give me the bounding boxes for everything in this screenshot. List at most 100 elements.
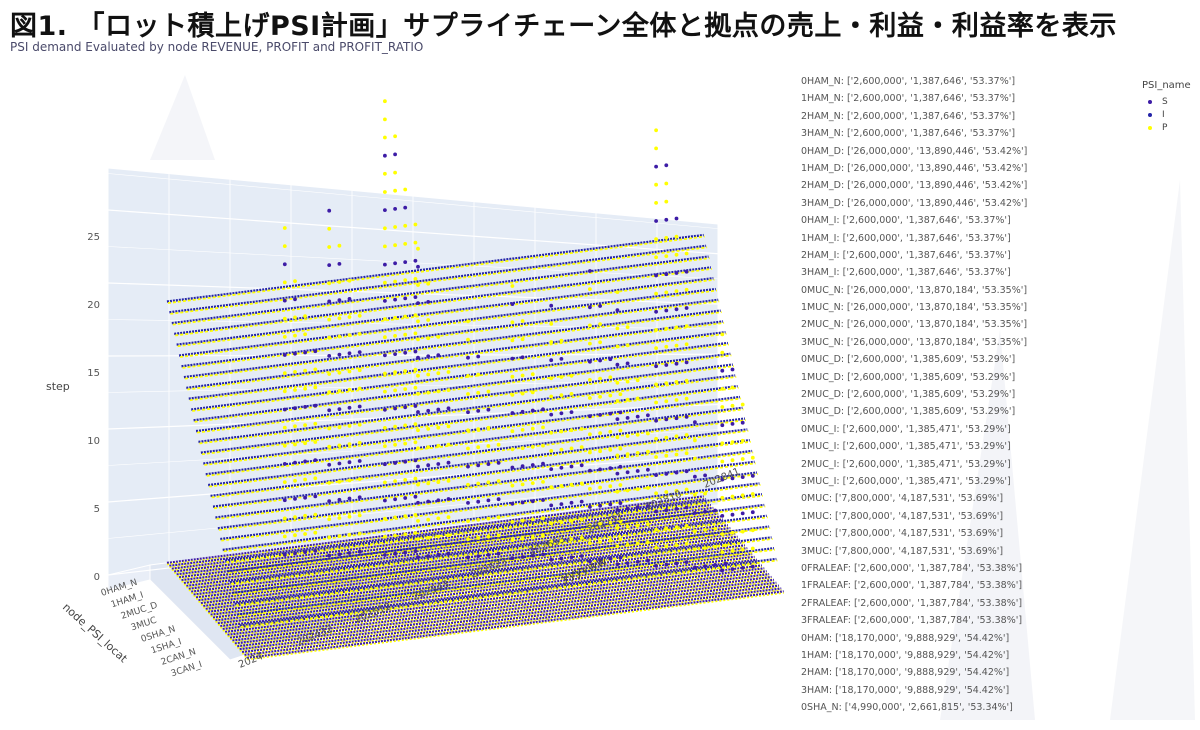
lot-point — [327, 335, 332, 340]
lot-point — [293, 478, 297, 483]
lot-point — [615, 290, 620, 294]
lot-point — [383, 534, 387, 539]
lot-point — [646, 558, 650, 563]
lot-point — [426, 336, 431, 341]
lot-point — [510, 520, 515, 524]
lot-point — [436, 498, 441, 503]
lot-point — [466, 446, 470, 451]
lot-point — [476, 409, 481, 413]
lot-point — [383, 299, 387, 303]
z-axis-ticks: 0 5 10 15 20 25 — [87, 232, 100, 583]
lot-point — [393, 533, 397, 538]
lot-point — [347, 551, 352, 555]
lot-point — [282, 280, 287, 285]
lot-point — [383, 244, 387, 249]
annotation-line: 0HAM_I: ['2,600,000', '1,387,646', '53.3… — [801, 215, 1011, 227]
lot-point — [664, 217, 669, 222]
lot-point — [327, 281, 332, 286]
lot-point — [618, 483, 623, 487]
lot-point — [674, 343, 679, 348]
lot-point — [654, 309, 658, 314]
lot-point — [466, 482, 470, 487]
lot-point — [654, 400, 658, 405]
lot-point — [496, 497, 501, 502]
lot-point — [403, 478, 408, 482]
lot-point — [357, 440, 362, 445]
lot-point — [486, 480, 491, 485]
lot-point — [282, 498, 287, 503]
lot-point — [740, 493, 745, 498]
lot-point — [579, 427, 584, 431]
lot-point — [646, 486, 650, 490]
lot-point — [426, 535, 431, 540]
lot-point — [416, 373, 420, 378]
lot-point — [588, 341, 592, 346]
lot-point — [293, 424, 297, 429]
lot-point — [588, 359, 592, 364]
lot-point — [520, 482, 525, 487]
lot-point — [383, 335, 387, 340]
lot-point — [608, 357, 613, 362]
lot-point — [426, 499, 431, 504]
legend-item-s[interactable]: S — [1142, 95, 1191, 108]
lot-point — [664, 272, 669, 277]
lot-point — [559, 556, 564, 561]
lot-point — [466, 464, 470, 469]
lot-point — [327, 390, 332, 395]
lot-point — [693, 474, 697, 479]
annotation-line: 1MUC_D: ['2,600,000', '1,385,609', '53.2… — [801, 371, 1016, 383]
lot-point — [559, 502, 564, 506]
legend: PSI_name SIP — [1142, 80, 1191, 134]
lot-point — [588, 486, 592, 491]
z-tick-label: 20 — [87, 300, 100, 311]
lot-point — [618, 392, 623, 397]
lot-point — [608, 502, 613, 507]
legend-item-p[interactable]: P — [1142, 121, 1191, 134]
lot-point — [664, 472, 669, 476]
legend-item-i[interactable]: I — [1142, 108, 1191, 121]
lot-point — [393, 170, 397, 175]
lot-point — [446, 370, 451, 374]
lot-point — [664, 544, 669, 549]
lot-point — [303, 314, 307, 319]
lot-point — [598, 322, 602, 327]
lot-point — [674, 252, 679, 257]
lot-point — [520, 500, 525, 505]
lot-point — [313, 349, 318, 354]
lot-point — [730, 440, 735, 444]
lot-point — [684, 324, 689, 328]
z-tick-label: 0 — [94, 572, 100, 583]
lot-point — [337, 516, 342, 520]
lot-point — [654, 382, 658, 387]
lot-point — [413, 222, 418, 227]
lot-point — [337, 262, 342, 266]
lot-point — [664, 399, 669, 404]
lot-point — [740, 566, 745, 570]
lot-point — [664, 562, 669, 567]
lot-point — [446, 388, 451, 392]
lot-point — [313, 476, 318, 481]
lot-point — [383, 317, 387, 321]
lot-point — [559, 357, 564, 361]
lot-point — [416, 301, 420, 305]
lot-point — [466, 337, 470, 342]
lot-point — [383, 426, 387, 430]
lot-point — [549, 557, 554, 562]
lot-point — [625, 361, 630, 366]
lot-point — [416, 555, 420, 560]
lot-point — [615, 399, 620, 403]
lot-point — [282, 262, 287, 267]
annotation-line: 2MUC_I: ['2,600,000', '1,385,471', '53.2… — [801, 458, 1011, 470]
lot-point — [403, 405, 408, 410]
lot-point — [588, 287, 592, 291]
lot-point — [496, 551, 501, 556]
lot-point — [403, 550, 408, 555]
lot-point — [383, 462, 387, 467]
lot-point — [383, 407, 387, 412]
lot-point — [664, 254, 669, 258]
lot-point — [347, 460, 352, 465]
lot-point — [579, 517, 584, 522]
lot-point — [625, 325, 630, 329]
lot-point — [635, 378, 640, 383]
lot-point — [486, 516, 491, 521]
